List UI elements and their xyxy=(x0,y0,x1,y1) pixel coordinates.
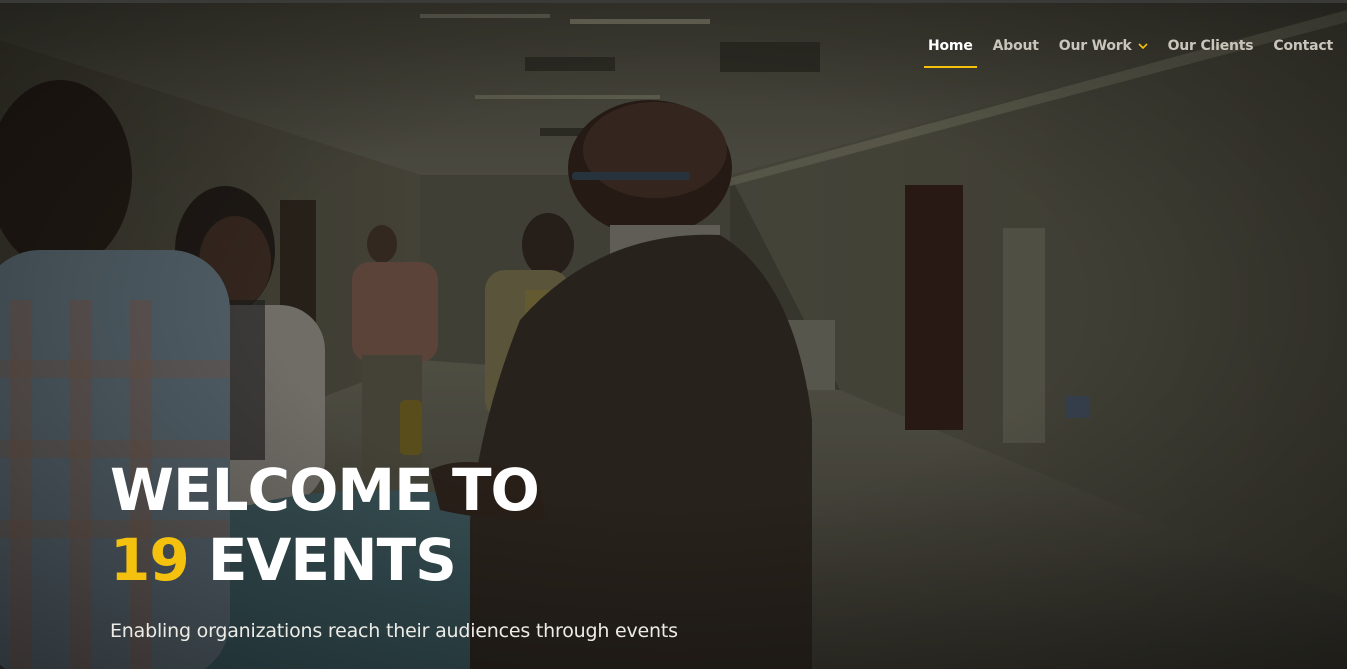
nav-item-label: About xyxy=(992,38,1039,54)
main-navigation: Home About Our Work Our Clients Contact xyxy=(908,38,1333,68)
top-border xyxy=(0,0,1347,3)
chevron-down-icon xyxy=(1138,43,1148,50)
nav-item-our-clients[interactable]: Our Clients xyxy=(1168,38,1254,68)
hero-headline: WELCOME TO 19 EVENTS xyxy=(110,455,540,595)
nav-item-label: Our Work xyxy=(1058,38,1132,54)
hero-section: Home About Our Work Our Clients Contact … xyxy=(0,0,1347,669)
headline-word: EVENTS xyxy=(188,526,457,594)
headline-line-2: 19 EVENTS xyxy=(110,525,539,595)
nav-item-about[interactable]: About xyxy=(993,38,1039,68)
nav-item-contact[interactable]: Contact xyxy=(1273,38,1333,68)
nav-item-our-work[interactable]: Our Work xyxy=(1059,38,1148,68)
nav-item-label: Home xyxy=(928,38,973,54)
nav-item-home[interactable]: Home xyxy=(924,38,977,68)
hero-tagline: Enabling organizations reach their audie… xyxy=(110,620,678,642)
nav-item-label: Our Clients xyxy=(1167,38,1254,54)
nav-item-label: Contact xyxy=(1273,38,1333,54)
headline-number: 19 xyxy=(110,526,190,594)
headline-line-1: WELCOME TO xyxy=(110,456,540,524)
